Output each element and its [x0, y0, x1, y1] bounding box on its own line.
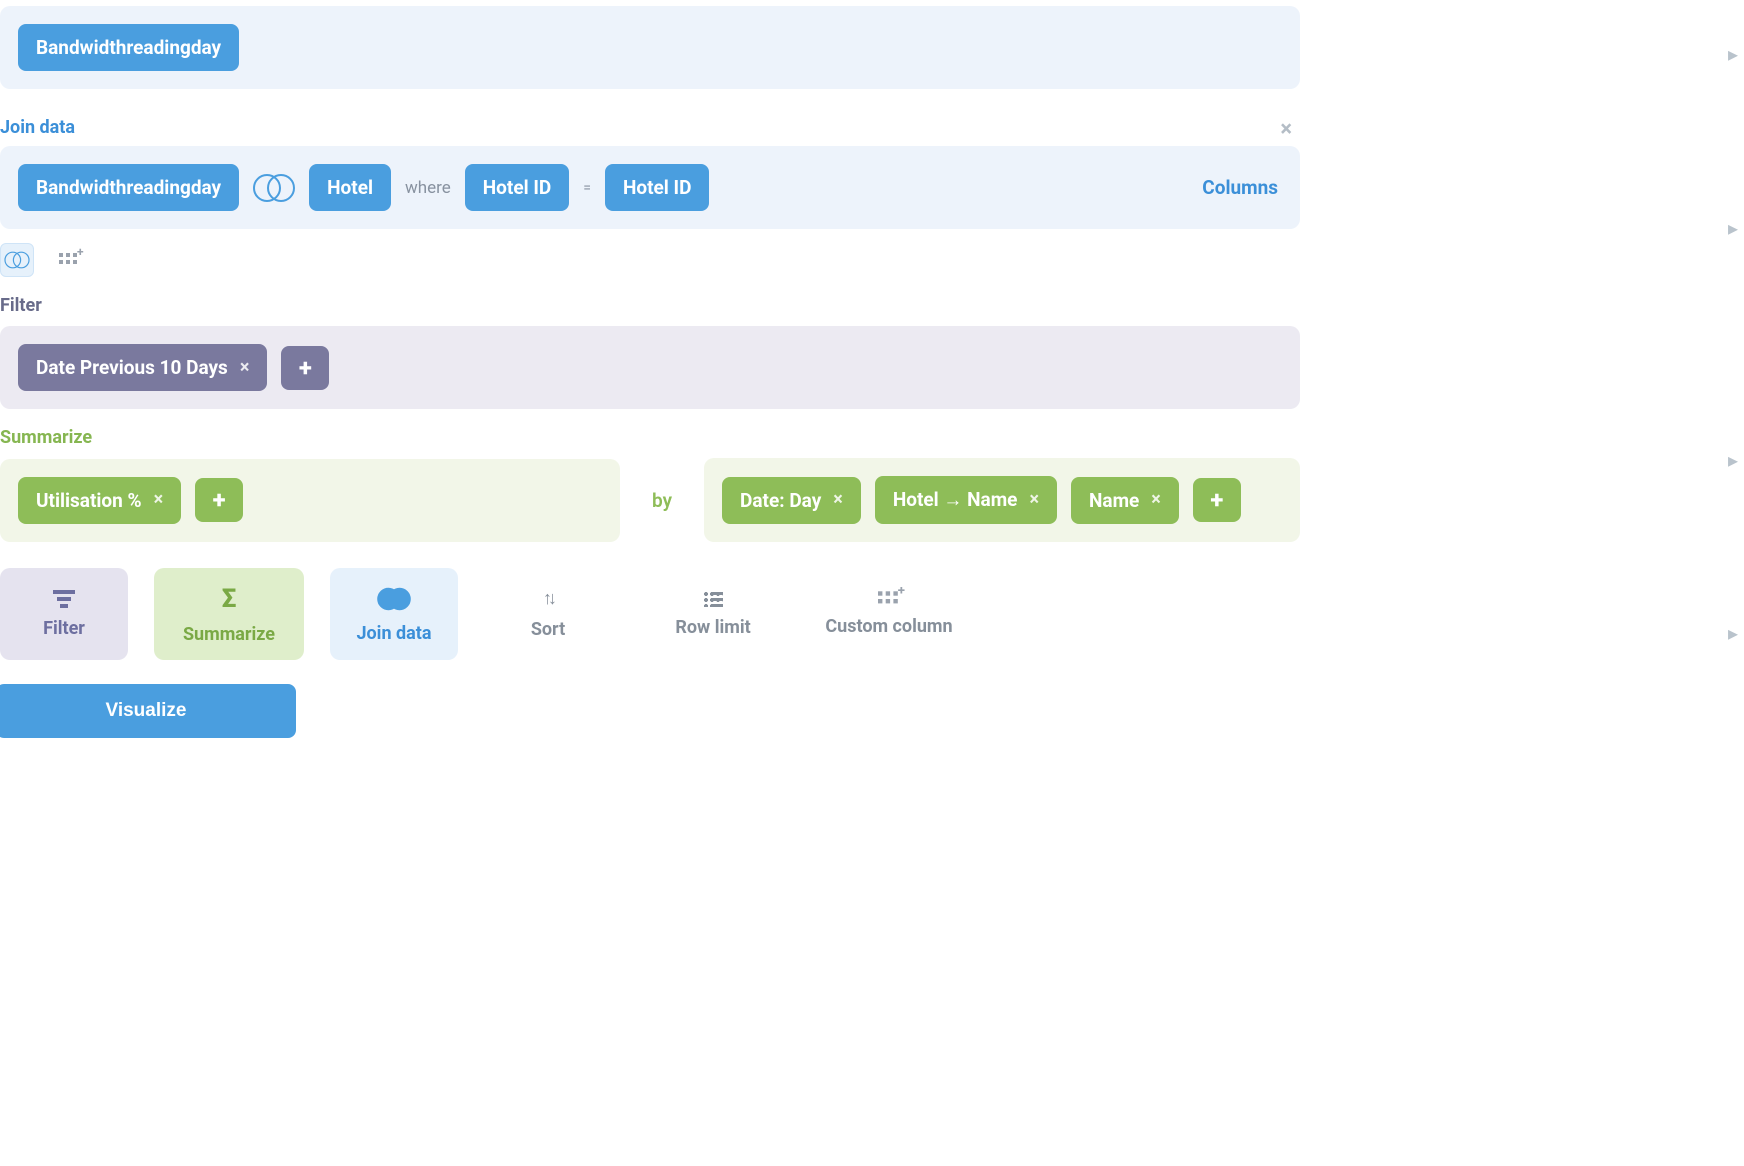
join-type-icon[interactable] — [253, 174, 295, 202]
grid-plus-icon — [878, 591, 900, 606]
join-left-column[interactable]: Hotel ID — [465, 164, 570, 211]
action-join[interactable]: Join data — [330, 568, 458, 660]
join-section: Bandwidthreadingday Hotel where Hotel ID… — [0, 146, 1300, 229]
section-title-join: Join data × — [0, 117, 1300, 138]
sort-icon — [543, 588, 553, 609]
step-arrow-icon[interactable]: ▸ — [1728, 450, 1738, 470]
add-groupby-button[interactable]: + — [1193, 478, 1241, 522]
section-title-filter: Filter — [0, 295, 1300, 316]
step-arrow-icon[interactable]: ▸ — [1728, 44, 1738, 64]
step-arrow-icon[interactable]: ▸ — [1728, 623, 1738, 643]
venn-icon — [4, 252, 29, 269]
step-action-bar: Filter Σ Summarize Join data Sort Row li… — [0, 568, 1300, 660]
grid-plus-icon — [59, 253, 79, 267]
groupby-chip[interactable]: Name × — [1071, 477, 1179, 524]
equals-text: = — [583, 180, 591, 196]
join-left-table[interactable]: Bandwidthreadingday — [18, 164, 239, 211]
section-title-summarize: Summarize — [0, 427, 1300, 448]
join-columns-link[interactable]: Columns — [1202, 176, 1282, 199]
remove-filter-icon[interactable]: × — [240, 359, 250, 377]
venn-icon — [377, 587, 411, 609]
filter-section: Date Previous 10 Days × + — [0, 326, 1300, 409]
groupby-chip[interactable]: Date: Day × — [722, 477, 861, 524]
add-aggregation-button[interactable]: + — [195, 478, 243, 522]
plus-icon: + — [1210, 488, 1223, 512]
join-right-column[interactable]: Hotel ID — [605, 164, 710, 211]
remove-groupby-icon[interactable]: × — [1151, 491, 1161, 509]
by-text: by — [632, 489, 692, 512]
list-icon — [703, 591, 723, 607]
step-arrow-icon[interactable]: ▸ — [1728, 218, 1738, 238]
remove-aggregation-icon[interactable]: × — [154, 491, 164, 509]
data-section: Bandwidthreadingday — [0, 6, 1300, 89]
aggregation-chip[interactable]: Utilisation % × — [18, 477, 181, 524]
plus-icon: + — [299, 356, 312, 380]
add-join-button[interactable] — [0, 243, 34, 277]
summarize-section: Utilisation % × + by Date: Day × Hotel →… — [0, 458, 1300, 542]
remove-join-icon[interactable]: × — [1280, 117, 1292, 142]
filter-icon — [53, 590, 75, 608]
add-custom-column-button[interactable] — [52, 243, 86, 277]
sigma-icon: Σ — [222, 584, 237, 614]
remove-groupby-icon[interactable]: × — [1029, 491, 1039, 509]
action-filter[interactable]: Filter — [0, 568, 128, 660]
action-row-limit[interactable]: Row limit — [638, 568, 788, 660]
action-sort[interactable]: Sort — [484, 568, 612, 660]
action-custom-column[interactable]: Custom column — [814, 568, 964, 660]
filter-chip[interactable]: Date Previous 10 Days × — [18, 344, 267, 391]
groupby-chip[interactable]: Hotel → Name × — [875, 476, 1057, 524]
add-filter-button[interactable]: + — [281, 346, 329, 390]
data-source-label: Bandwidthreadingday — [36, 36, 221, 59]
plus-icon: + — [213, 488, 226, 512]
visualize-button[interactable]: Visualize — [0, 684, 296, 738]
join-right-table[interactable]: Hotel — [309, 164, 391, 211]
remove-groupby-icon[interactable]: × — [833, 491, 843, 509]
where-text: where — [405, 178, 451, 198]
action-summarize[interactable]: Σ Summarize — [154, 568, 304, 660]
data-source-chip[interactable]: Bandwidthreadingday — [18, 24, 239, 71]
